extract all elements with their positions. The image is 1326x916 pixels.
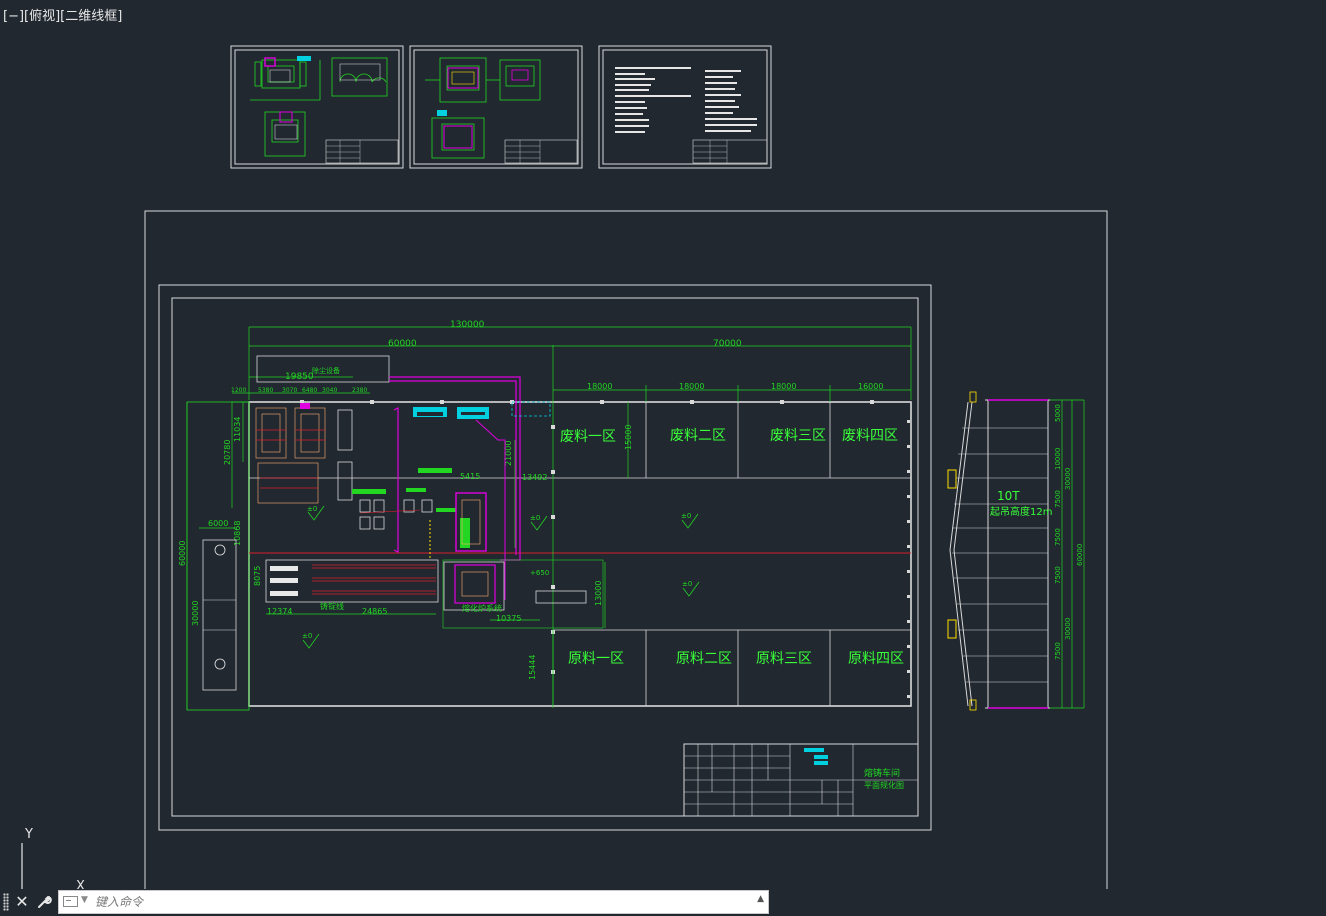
zone-raw-2: 原料二区 bbox=[676, 651, 732, 667]
ucs-icon: Y X bbox=[21, 827, 85, 889]
sheet-thumbnail-2[interactable] bbox=[409, 45, 583, 169]
command-history-button[interactable]: ▲ bbox=[757, 894, 764, 904]
dim-left-1: 20780 bbox=[223, 440, 232, 465]
level-mark-3: ±0 bbox=[681, 512, 691, 520]
command-line: ✕ ▼ ▲ bbox=[0, 889, 770, 916]
dim-total: 130000 bbox=[450, 320, 485, 330]
section-dim-6: 7500 bbox=[1054, 642, 1062, 660]
level-mark-5: ±0 bbox=[302, 632, 312, 640]
zone-scrap-2: 废料二区 bbox=[670, 428, 726, 444]
dim-bay-2: 18000 bbox=[679, 382, 704, 391]
title-block[interactable]: 熔铸车间 平面规化图 bbox=[683, 743, 919, 817]
dim-mid-6: 12374 bbox=[267, 607, 292, 616]
dim-left-4: 60000 bbox=[178, 541, 187, 566]
chevron-down-icon[interactable]: ▼ bbox=[81, 895, 88, 905]
customize-icon[interactable] bbox=[35, 891, 53, 913]
dim-small-4: 6480 bbox=[302, 387, 317, 394]
command-prompt-icon[interactable] bbox=[63, 896, 78, 907]
title-block-title-2: 平面规化图 bbox=[864, 780, 904, 790]
dim-left-2: 11034 bbox=[233, 417, 242, 442]
dim-left-5: 6000 bbox=[208, 519, 228, 528]
level-mark-4: ±0 bbox=[682, 580, 692, 588]
section-dim-4: 7500 bbox=[1054, 528, 1062, 546]
section-dim-3: 7500 bbox=[1054, 490, 1062, 508]
zone-raw-1: 原料一区 bbox=[568, 651, 624, 667]
dim-mid-7: 24865 bbox=[362, 607, 387, 616]
title-block-title-1: 熔铸车间 bbox=[864, 767, 900, 779]
zone-scrap-3: 废料三区 bbox=[770, 428, 826, 444]
plan-sheet[interactable] bbox=[144, 210, 1108, 889]
dim-mid-8: 15000 bbox=[624, 425, 633, 450]
section-dim-9: 60000 bbox=[1076, 544, 1084, 566]
dim-mid-3: 13492 bbox=[522, 473, 547, 482]
dust-equipment-label: 除尘设备 bbox=[312, 366, 340, 375]
level-mark-6: +650 bbox=[530, 569, 549, 577]
dim-small-1: 1200 bbox=[231, 387, 246, 394]
dim-small-3: 3070 bbox=[282, 387, 297, 394]
dim-right: 70000 bbox=[713, 339, 742, 349]
section-view[interactable]: 10T 起吊高度12m 5000 10000 7500 7500 7500 75… bbox=[947, 391, 1085, 711]
dim-small-5: 3040 bbox=[322, 387, 337, 394]
section-dim-5: 7500 bbox=[1054, 566, 1062, 584]
dim-mid-5: 10375 bbox=[496, 614, 521, 623]
dim-mid-9: 15444 bbox=[528, 655, 537, 680]
dim-left-3: 10868 bbox=[233, 521, 242, 546]
dim-left-small: 19850 bbox=[285, 372, 314, 382]
dim-bay-1: 18000 bbox=[587, 382, 612, 391]
dim-mid-2: 5415 bbox=[460, 472, 480, 481]
lift-height: 起吊高度12m bbox=[990, 505, 1052, 518]
dim-left: 60000 bbox=[388, 339, 417, 349]
command-line-grip[interactable] bbox=[3, 893, 9, 911]
dim-small-2: 5380 bbox=[258, 387, 273, 394]
dim-bay-3: 18000 bbox=[771, 382, 796, 391]
dim-bay-4: 16000 bbox=[858, 382, 883, 391]
sheet-thumbnail-1[interactable] bbox=[230, 45, 404, 169]
section-dim-2: 10000 bbox=[1054, 448, 1062, 470]
casting-line-label: 铸锭线 bbox=[320, 601, 344, 611]
dim-small-6: 2380 bbox=[352, 387, 367, 394]
section-dim-7: 30000 bbox=[1064, 468, 1072, 490]
section-dim-8: 30000 bbox=[1064, 618, 1072, 640]
command-input-box[interactable]: ▼ ▲ bbox=[58, 890, 769, 914]
model-space-canvas[interactable]: 130000 60000 70000 19850 18000 18000 180… bbox=[0, 0, 1326, 889]
crane-capacity: 10T bbox=[997, 489, 1020, 503]
sheet-thumbnail-3[interactable] bbox=[598, 45, 772, 169]
dim-left-6: 8075 bbox=[253, 566, 262, 586]
close-command-line-button[interactable]: ✕ bbox=[13, 891, 31, 913]
level-mark-1: ±0 bbox=[307, 505, 317, 513]
dim-left-7: 30000 bbox=[191, 601, 200, 626]
melting-system-label: 熔化炉系统 bbox=[462, 603, 502, 613]
zone-scrap-4: 废料四区 bbox=[842, 428, 898, 444]
zone-scrap-1: 废料一区 bbox=[560, 429, 616, 445]
zone-raw-3: 原料三区 bbox=[756, 651, 812, 667]
ucs-x-label: X bbox=[76, 879, 85, 889]
dim-mid-4: 13000 bbox=[594, 581, 603, 606]
level-mark-2: ±0 bbox=[530, 514, 540, 522]
ucs-y-label: Y bbox=[24, 827, 33, 842]
command-input[interactable] bbox=[95, 893, 735, 911]
zone-raw-4: 原料四区 bbox=[848, 651, 904, 667]
section-dim-1: 5000 bbox=[1054, 404, 1062, 422]
plan-equipment[interactable]: 除尘设备 熔化炉系统 铸锭线 ±0 ±0 ±0 ±0 ±0 +650 bbox=[202, 355, 700, 691]
